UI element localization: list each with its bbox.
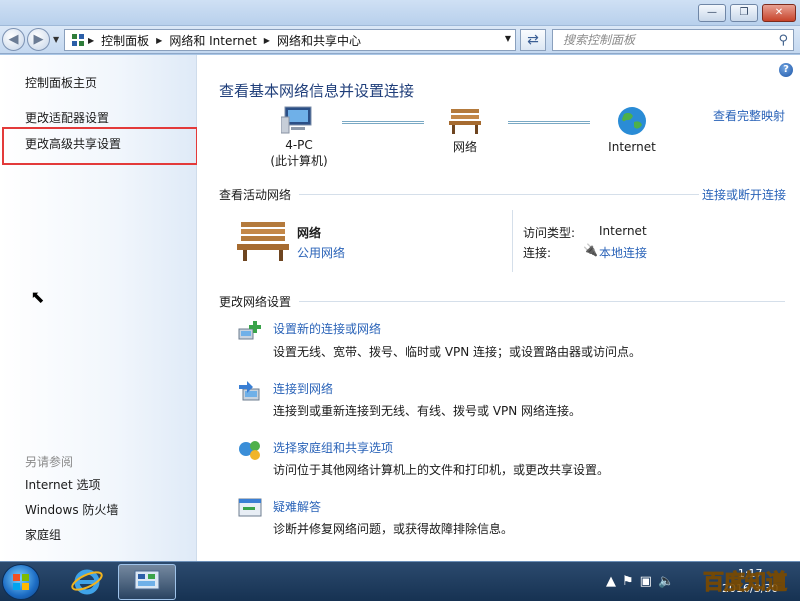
task-troubleshoot-link[interactable]: 疑难解答 bbox=[273, 498, 321, 515]
bench-network-icon bbox=[449, 109, 481, 134]
back-arrow-icon: ◀ bbox=[8, 32, 19, 47]
sidebar: 控制面板主页 更改适配器设置 更改高级共享设置 ⬉ 另请参阅 Internet … bbox=[0, 55, 198, 561]
breadcrumb-item[interactable]: 控制面板 bbox=[97, 32, 153, 49]
task-description: 连接到或重新连接到无线、有线、拨号或 VPN 网络连接。 bbox=[273, 404, 582, 418]
task-connect-network-link[interactable]: 连接到网络 bbox=[273, 380, 333, 397]
refresh-button[interactable]: ⇄ bbox=[520, 29, 546, 51]
highlight-annotation-box bbox=[2, 127, 198, 165]
system-tray: ▲⚑▣🔈 bbox=[606, 574, 680, 589]
section-divider bbox=[299, 301, 785, 302]
access-type-value: Internet bbox=[599, 224, 647, 238]
chevron-right-icon[interactable]: ▶ bbox=[153, 36, 165, 45]
active-network-name: 网络 bbox=[297, 226, 322, 240]
see-also-heading: 另请参阅 bbox=[25, 455, 74, 469]
taskbar: ▲⚑▣🔈 1:17 2016/3/30 bbox=[0, 561, 800, 601]
minimize-button[interactable]: — bbox=[698, 4, 726, 22]
network-status-icon[interactable]: ▣ bbox=[640, 574, 658, 589]
active-networks-heading: 查看活动网络 bbox=[219, 188, 292, 202]
page-title: 查看基本网络信息并设置连接 bbox=[219, 82, 415, 100]
window-title-bar: — ❐ ✕ bbox=[0, 0, 800, 26]
sidebar-item-control-panel-home[interactable]: 控制面板主页 bbox=[25, 74, 97, 91]
map-node-network[interactable]: 网络 bbox=[445, 105, 485, 155]
ethernet-plug-icon: 🔌 bbox=[583, 243, 598, 257]
task-description: 诊断并修复网络问题，或获得故障排除信息。 bbox=[273, 522, 514, 536]
view-full-map-link[interactable]: 查看完整映射 bbox=[713, 107, 785, 124]
maximize-button[interactable]: ❐ bbox=[730, 4, 758, 22]
map-connector-line bbox=[508, 121, 590, 124]
map-connector-line bbox=[342, 121, 424, 124]
mouse-cursor-icon: ⬉ bbox=[30, 287, 46, 309]
action-center-flag-icon[interactable]: ⚑ bbox=[622, 574, 640, 589]
task-new-connection-link[interactable]: 设置新的连接或网络 bbox=[273, 320, 381, 337]
internet-explorer-icon bbox=[71, 569, 103, 595]
map-node-sublabel: (此计算机) bbox=[270, 154, 328, 168]
sidebar-item-change-adapter-settings[interactable]: 更改适配器设置 bbox=[25, 109, 109, 126]
bench-network-icon bbox=[237, 222, 289, 261]
sidebar-link-internet-options[interactable]: Internet 选项 bbox=[25, 476, 100, 493]
connect-network-icon bbox=[239, 381, 260, 401]
search-icon[interactable]: ⚲ bbox=[778, 31, 788, 51]
close-button[interactable]: ✕ bbox=[762, 4, 796, 22]
task-homegroup-sharing-link[interactable]: 选择家庭组和共享选项 bbox=[273, 439, 393, 456]
access-type-label: 访问类型: bbox=[523, 226, 576, 240]
chevron-right-icon[interactable]: ▶ bbox=[261, 36, 273, 45]
breadcrumb-item[interactable]: 网络和 Internet bbox=[165, 32, 260, 49]
chevron-right-icon[interactable]: ▶ bbox=[85, 36, 97, 45]
address-dropdown-icon[interactable]: ▼ bbox=[505, 34, 511, 43]
baidu-zhidao-watermark: 百度知道 bbox=[703, 570, 788, 595]
connections-label: 连接: bbox=[523, 246, 552, 260]
map-node-label: Internet bbox=[608, 140, 656, 154]
local-connection-link[interactable]: 本地连接 bbox=[599, 244, 647, 261]
map-node-computer[interactable]: 4-PC (此计算机) bbox=[269, 105, 329, 169]
computer-icon bbox=[280, 106, 312, 134]
map-node-label: 网络 bbox=[452, 140, 477, 154]
refresh-icon: ⇄ bbox=[527, 32, 539, 48]
volume-icon[interactable]: 🔈 bbox=[658, 574, 680, 589]
map-node-label: 4-PC bbox=[285, 138, 313, 152]
sidebar-link-windows-firewall[interactable]: Windows 防火墙 bbox=[25, 501, 118, 518]
back-button[interactable]: ◀ bbox=[2, 28, 25, 51]
connect-disconnect-link[interactable]: 连接或断开连接 bbox=[702, 186, 786, 203]
network-type-link[interactable]: 公用网络 bbox=[297, 244, 345, 261]
troubleshoot-icon bbox=[238, 498, 262, 517]
main-content: ? 查看基本网络信息并设置连接 查看完整映射 4-PC (此计算机) 网络 In… bbox=[197, 55, 800, 561]
task-description: 访问位于其他网络计算机上的文件和打印机，或更改共享设置。 bbox=[273, 463, 610, 477]
search-placeholder: 搜索控制面板 bbox=[563, 33, 636, 47]
homegroup-icon bbox=[239, 441, 260, 460]
control-panel-icon bbox=[134, 570, 160, 590]
search-input[interactable]: 搜索控制面板 ⚲ bbox=[552, 29, 794, 51]
taskbar-internet-explorer[interactable] bbox=[58, 564, 116, 600]
control-panel-icon bbox=[72, 34, 84, 46]
forward-arrow-icon: ▶ bbox=[33, 32, 44, 47]
windows-logo-icon bbox=[13, 574, 29, 590]
taskbar-control-panel[interactable] bbox=[118, 564, 176, 600]
breadcrumb[interactable]: ▶ 控制面板 ▶ 网络和 Internet ▶ 网络和共享中心 ▼ bbox=[64, 29, 516, 51]
vertical-divider bbox=[512, 210, 513, 272]
section-divider bbox=[299, 194, 699, 195]
breadcrumb-item[interactable]: 网络和共享中心 bbox=[273, 32, 365, 49]
map-node-internet[interactable]: Internet bbox=[602, 105, 662, 154]
recent-pages-dropdown-icon[interactable]: ▼ bbox=[53, 35, 59, 44]
show-hidden-icons-icon[interactable]: ▲ bbox=[606, 574, 622, 589]
sidebar-link-homegroup[interactable]: 家庭组 bbox=[25, 526, 61, 543]
start-button[interactable] bbox=[2, 564, 40, 600]
address-toolbar: ◀ ▶ ▼ ▶ 控制面板 ▶ 网络和 Internet ▶ 网络和共享中心 ▼ … bbox=[0, 26, 800, 54]
new-connection-icon bbox=[238, 321, 261, 340]
forward-button[interactable]: ▶ bbox=[27, 28, 50, 51]
change-settings-heading: 更改网络设置 bbox=[219, 295, 292, 309]
help-icon[interactable]: ? bbox=[779, 63, 793, 77]
task-description: 设置无线、宽带、拨号、临时或 VPN 连接；或设置路由器或访问点。 bbox=[273, 345, 642, 359]
globe-icon bbox=[618, 107, 646, 135]
